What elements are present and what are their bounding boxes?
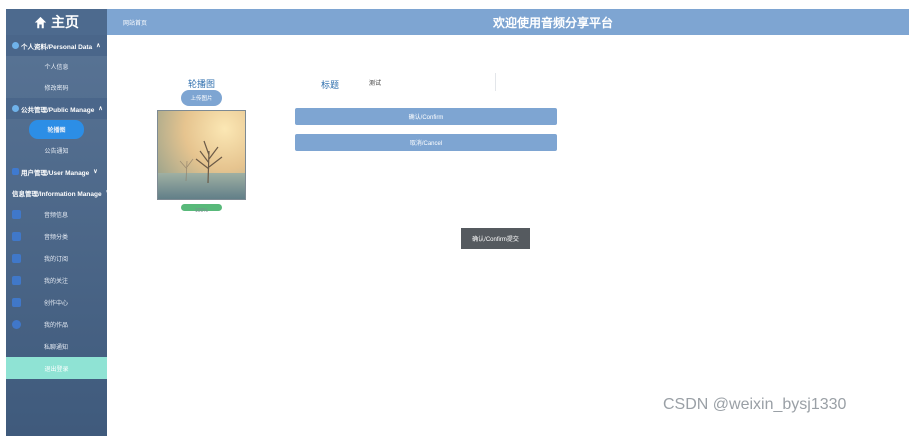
upload-progress-text: 100% <box>195 208 208 214</box>
group-personal-label: 个人资料/Personal Data <box>21 43 93 51</box>
sidebar: 主页 个人资料/Personal Data ∧ 个人信息 修改密码 公共管理/P… <box>6 9 110 436</box>
sidebar-item-my-subscriptions[interactable]: 我的订阅 <box>6 247 107 269</box>
sidebar-item-my-works[interactable]: 我的作品 <box>6 313 107 335</box>
grid-icon <box>12 297 21 307</box>
chevron-up-icon: ∧ <box>96 43 101 49</box>
sidebar-item-personal-info[interactable]: 个人信息 <box>6 56 107 77</box>
group-info-label: 信息管理/Information Manage <box>12 190 102 198</box>
sidebar-item-label: 轮播图 <box>29 120 84 139</box>
confirm-button[interactable]: 确认/Confirm <box>295 108 557 125</box>
sidebar-item-label: 我的关注 <box>44 278 69 285</box>
sidebar-item-announcement[interactable]: 公告通知 <box>6 140 107 161</box>
sidebar-item-label: 我的订阅 <box>44 256 69 263</box>
brand-home-link[interactable]: 主页 <box>6 9 107 35</box>
subscribe-icon <box>12 253 21 263</box>
follow-icon <box>12 275 21 285</box>
logout-button[interactable]: 退出登录 <box>6 357 107 379</box>
pen-icon <box>12 209 21 219</box>
brand-label: 主页 <box>51 14 79 30</box>
sidebar-item-my-follows[interactable]: 我的关注 <box>6 269 107 291</box>
title-label: 标题 <box>321 80 340 90</box>
sidebar-item-label: 创作中心 <box>44 300 69 307</box>
title-input[interactable] <box>363 73 496 91</box>
user-icon <box>12 42 19 49</box>
sidebar-item-label: 音频分类 <box>44 234 69 241</box>
logout-label: 退出登录 <box>44 366 69 373</box>
group-public-label: 公共管理/Public Manage <box>21 106 95 114</box>
chevron-down-icon: ∨ <box>105 190 110 196</box>
sidebar-item-label: 私聊通知 <box>44 344 69 351</box>
group-user-manage[interactable]: 用户管理/User Manage ∨ <box>6 161 107 182</box>
confirm-submit-button[interactable]: 确认/Confirm提交 <box>461 228 530 249</box>
group-information-manage[interactable]: 信息管理/Information Manage ∨ <box>6 182 110 203</box>
settings-icon <box>12 105 19 112</box>
app-frame: 主页 个人资料/Personal Data ∧ 个人信息 修改密码 公共管理/P… <box>6 9 909 436</box>
sidebar-item-label: 个人信息 <box>44 65 69 71</box>
csdn-watermark: CSDN @weixin_bysj1330 <box>663 396 847 413</box>
users-icon <box>12 168 19 175</box>
sidebar-item-carousel[interactable]: 轮播图 <box>6 119 107 140</box>
sidebar-item-label: 音频信息 <box>44 212 69 219</box>
group-public-manage[interactable]: 公共管理/Public Manage ∧ <box>6 98 107 119</box>
cancel-button[interactable]: 取消/Cancel <box>295 134 557 151</box>
page-title: 欢迎使用音频分享平台 <box>492 16 613 30</box>
sidebar-item-audio-info[interactable]: 音频信息 <box>6 203 107 225</box>
sidebar-item-private-messages[interactable]: 私聊通知 <box>6 335 107 357</box>
group-personal-data[interactable]: 个人资料/Personal Data ∧ <box>6 35 107 56</box>
sidebar-item-change-password[interactable]: 修改密码 <box>6 77 107 98</box>
upload-image-button[interactable]: 上传图片 <box>181 90 222 106</box>
chevron-up-icon: ∧ <box>98 106 103 112</box>
uploaded-image-preview <box>157 110 246 200</box>
home-icon <box>34 16 47 28</box>
tree-image <box>158 111 245 199</box>
top-bar: 网站首页 欢迎使用音频分享平台 <box>107 9 909 35</box>
tag-icon <box>12 231 21 241</box>
sidebar-item-label: 公告通知 <box>44 149 69 155</box>
carousel-label: 轮播图 <box>188 79 216 89</box>
group-user-label: 用户管理/User Manage <box>21 169 90 177</box>
chart-icon <box>12 319 21 329</box>
sidebar-item-creation-center[interactable]: 创作中心 <box>6 291 107 313</box>
chevron-down-icon: ∨ <box>93 169 98 175</box>
sidebar-item-label: 修改密码 <box>44 86 69 92</box>
sidebar-item-audio-category[interactable]: 音频分类 <box>6 225 107 247</box>
sidebar-item-label: 我的作品 <box>44 322 69 329</box>
